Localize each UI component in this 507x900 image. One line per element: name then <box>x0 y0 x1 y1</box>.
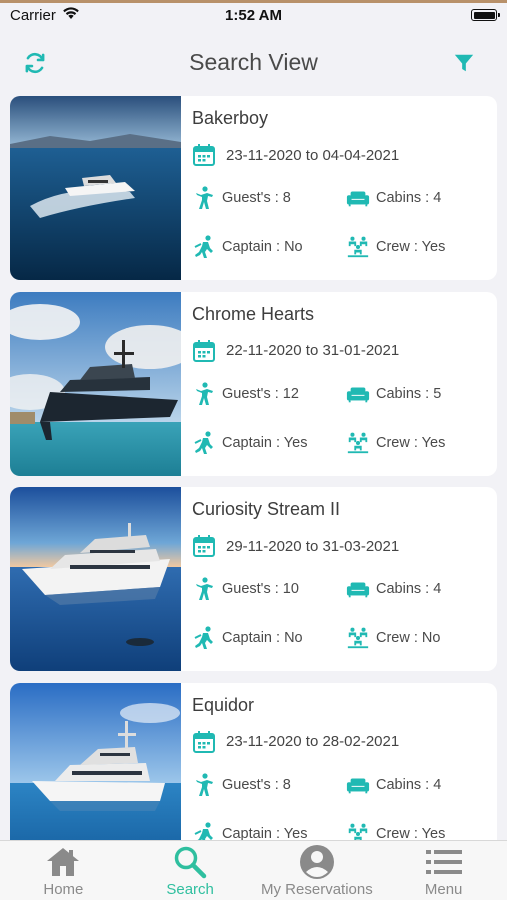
sofa-icon <box>346 577 370 601</box>
date-range: 23-11-2020 to 04-04-2021 <box>226 146 400 164</box>
yacht-name: Equidor <box>192 694 255 715</box>
captain-icon <box>192 626 216 650</box>
yacht-card[interactable]: Bakerboy 23-11-2020 to 04-04-2021 Guest'… <box>10 96 497 280</box>
yacht-photo <box>10 487 181 671</box>
search-icon <box>173 844 207 880</box>
yacht-card[interactable]: Chrome Hearts 22-11-2020 to 31-01-2021 G… <box>10 291 497 476</box>
sofa-icon <box>346 186 370 210</box>
captain-status: Captain : No <box>222 630 303 646</box>
crew-icon <box>346 822 370 840</box>
menu-icon <box>425 844 462 880</box>
date-range: 23-11-2020 to 28-02-2021 <box>226 733 400 750</box>
guest-icon <box>192 577 216 601</box>
yacht-card[interactable]: Equidor 23-11-2020 to 28-02-2021 Guest's… <box>10 682 497 841</box>
captain-status: Captain : Yes <box>222 434 308 451</box>
tab-menu[interactable]: Menu <box>380 841 507 900</box>
captain-status: Captain : No <box>222 239 303 255</box>
captain-icon <box>192 821 216 840</box>
yacht-name: Curiosity Stream II <box>192 499 341 519</box>
guests-count: Guest's : 12 <box>222 385 299 402</box>
guests-count: Guest's : 8 <box>222 776 291 793</box>
tab-label: My Reservations <box>261 881 373 898</box>
crew-status: Crew : Yes <box>376 825 446 841</box>
crew-icon <box>346 235 370 259</box>
page-title: Search View <box>189 48 318 75</box>
tab-bar: Home Search My Reservations Menu <box>0 840 507 900</box>
yacht-name: Bakerboy <box>192 108 269 128</box>
battery-icon <box>471 9 500 21</box>
tab-label: Search <box>166 881 214 898</box>
cabins-count: Cabins : 4 <box>376 776 442 793</box>
sofa-icon <box>346 773 370 797</box>
yacht-photo <box>10 682 181 840</box>
sofa-icon <box>346 382 370 406</box>
calendar-icon <box>192 534 216 558</box>
crew-status: Crew : Yes <box>376 434 446 451</box>
tab-label: Home <box>43 881 84 898</box>
account-icon <box>299 844 335 880</box>
tab-home[interactable]: Home <box>0 841 127 900</box>
guest-icon <box>192 381 216 406</box>
cabins-count: Cabins : 4 <box>376 190 442 206</box>
home-icon <box>46 844 80 880</box>
status-bar: Carrier 1:52 AM <box>0 3 507 27</box>
crew-status: Crew : No <box>376 630 441 646</box>
calendar-icon <box>192 730 216 754</box>
cabins-count: Cabins : 4 <box>376 581 442 597</box>
wifi-icon <box>62 6 80 24</box>
captain-icon <box>192 235 216 259</box>
guests-count: Guest's : 8 <box>222 190 291 206</box>
crew-status: Crew : Yes <box>376 239 446 255</box>
yacht-name: Chrome Hearts <box>192 303 315 324</box>
tab-my-reservations[interactable]: My Reservations <box>254 841 381 900</box>
guests-count: Guest's : 10 <box>222 581 299 597</box>
tab-label: Menu <box>424 881 463 898</box>
yacht-card[interactable]: Curiosity Stream II 29-11-2020 to 31-03-… <box>10 487 497 671</box>
crew-icon <box>346 431 370 455</box>
captain-status: Captain : Yes <box>222 825 308 841</box>
calendar-icon <box>192 339 216 363</box>
tab-search[interactable]: Search <box>127 841 254 900</box>
refresh-icon[interactable] <box>20 48 50 78</box>
crew-icon <box>346 626 370 650</box>
date-range: 22-11-2020 to 31-01-2021 <box>226 342 400 359</box>
yacht-photo <box>10 291 181 476</box>
guest-icon <box>192 186 216 210</box>
captain-icon <box>192 430 216 455</box>
yacht-list[interactable]: Bakerboy 23-11-2020 to 04-04-2021 Guest'… <box>10 96 497 840</box>
date-range: 29-11-2020 to 31-03-2021 <box>226 537 400 555</box>
yacht-photo <box>10 96 181 280</box>
carrier-label: Carrier <box>10 6 56 24</box>
guest-icon <box>192 772 216 797</box>
calendar-icon <box>192 143 216 167</box>
cabins-count: Cabins : 5 <box>376 385 442 402</box>
navigation-bar: Search View <box>0 38 507 86</box>
filter-icon[interactable] <box>449 48 479 78</box>
